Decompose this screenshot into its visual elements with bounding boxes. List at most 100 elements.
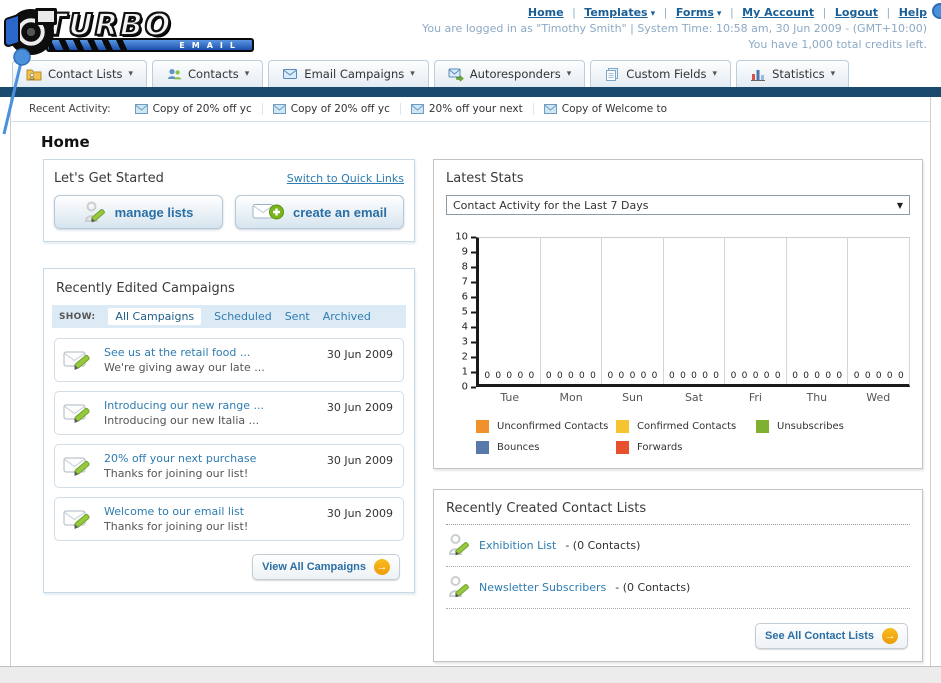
tab-contact-lists[interactable]: Contact Lists ▾ (12, 60, 148, 87)
bar-value-label: 0 (651, 371, 658, 381)
contact-list-count: - (0 Contacts) (615, 580, 691, 594)
contact-list-count: - (0 Contacts) (565, 538, 641, 552)
nav-logout[interactable]: Logout (835, 6, 878, 19)
bar-value-label: 0 (864, 371, 871, 381)
contact-list-row[interactable]: Exhibition List - (0 Contacts) (446, 525, 910, 567)
envelope-pencil-icon (63, 404, 90, 423)
envelope-icon (272, 104, 286, 114)
bar-value-label: 0 (814, 371, 821, 381)
chevron-down-icon: ▾ (128, 69, 134, 79)
bar-value-label: 0 (517, 371, 524, 381)
nav-home[interactable]: Home (528, 6, 564, 19)
see-all-contact-lists-button[interactable]: See All Contact Lists → (754, 623, 908, 649)
tab-contacts[interactable]: Contacts ▾ (152, 60, 264, 87)
bar-value-label: 0 (752, 371, 759, 381)
stats-period-dropdown[interactable]: Contact Activity for the Last 7 Days ▼ (446, 195, 910, 215)
logo-stripes (49, 40, 127, 50)
nav-forms[interactable]: Forms ▾ (676, 6, 722, 19)
bar-value-label: 0 (713, 371, 719, 381)
recent-activity-item[interactable]: Copy of 20% off yc (125, 103, 263, 115)
show-label: SHOW: (59, 311, 96, 322)
tab-custom-fields[interactable]: Custom Fields ▾ (590, 60, 732, 87)
page: TURBO EMAIL Home | Templates ▾ | Forms ▾ |… (0, 0, 941, 683)
campaign-title-link[interactable]: Welcome to our email list (104, 505, 248, 518)
bar-chart-icon (751, 70, 766, 81)
create-email-button[interactable]: create an email (235, 195, 404, 229)
legend-item: Unconfirmed Contacts (476, 420, 616, 433)
campaign-row[interactable]: Introducing our new range ... Introducin… (54, 391, 404, 435)
select-arrow-icon: ▼ (896, 200, 903, 210)
chevron-down-icon: ▾ (716, 9, 722, 19)
manage-lists-button[interactable]: manage lists (54, 195, 223, 229)
envelope-icon (134, 104, 148, 114)
app-logo[interactable]: TURBO EMAIL (8, 4, 254, 60)
chart-y-axis: 0 1 2 3 4 5 6 7 8 9 10 (446, 232, 476, 393)
campaign-row[interactable]: See us at the retail food ... We're givi… (54, 338, 404, 382)
bar-value-label: 0 (545, 371, 552, 381)
contact-list-link[interactable]: Newsletter Subscribers (479, 581, 606, 594)
x-axis-label: Fri (748, 391, 762, 404)
legend-swatch (616, 441, 629, 454)
nav-my-account[interactable]: My Account (742, 6, 814, 19)
chart-legend: Unconfirmed Contacts Confirmed Contacts Un… (476, 420, 916, 454)
recent-activity-item[interactable]: Copy of Welcome to (534, 103, 674, 115)
contact-lists-title: Recently Created Contact Lists (446, 501, 910, 525)
bar-value-label: 0 (528, 371, 535, 381)
bar-value-label: 0 (792, 371, 798, 381)
get-started-panel: Let's Get Started Switch to Quick Links … (43, 159, 415, 242)
chart-group: 00000 (541, 238, 603, 384)
header: TURBO EMAIL Home | Templates ▾ | Forms ▾ |… (0, 0, 941, 60)
chart-group: 00000 (664, 238, 726, 384)
filter-scheduled[interactable]: Scheduled (214, 310, 272, 323)
filter-all-campaigns[interactable]: All Campaigns (108, 308, 202, 325)
arrow-right-icon: → (882, 628, 898, 644)
page-title: Home (41, 133, 90, 151)
campaign-title-link[interactable]: 20% off your next purchase (104, 452, 256, 465)
campaign-list: See us at the retail food ... We're givi… (52, 338, 406, 541)
tab-email-campaigns[interactable]: Email Campaigns ▾ (268, 60, 429, 87)
filter-archived[interactable]: Archived (323, 310, 371, 323)
latest-stats-panel: Latest Stats Contact Activity for the La… (433, 159, 923, 469)
contact-list-row[interactable]: Newsletter Subscribers - (0 Contacts) (446, 567, 910, 609)
envelope-icon (283, 69, 298, 79)
legend-swatch (616, 420, 629, 433)
legend-label: Unsubscribes (777, 421, 844, 432)
bar-value-label: 0 (495, 371, 502, 381)
get-started-title: Let's Get Started (54, 171, 164, 186)
chevron-down-icon: ▾ (650, 9, 656, 19)
tab-autoresponders[interactable]: Autoresponders ▾ (433, 60, 586, 87)
chart-group: 00000 (602, 238, 664, 384)
switch-quick-links-link[interactable]: Switch to Quick Links (287, 172, 404, 185)
campaign-subtitle: Thanks for joining our list! (104, 467, 249, 480)
bar-value-label: 0 (484, 371, 491, 381)
envelope-pencil-icon (63, 457, 90, 476)
chart-plot-groups: 00000000000000000000000000000000000 (479, 238, 909, 384)
recent-activity-item[interactable]: 20% off your next (401, 103, 534, 115)
nav-help[interactable]: Help (899, 6, 927, 19)
envelope-pencil-icon (63, 351, 90, 370)
stats-title: Latest Stats (446, 171, 524, 186)
envelope-icon (543, 104, 557, 114)
annotation-pin-right (932, 3, 941, 19)
view-all-campaigns-button[interactable]: View All Campaigns → (252, 554, 400, 580)
bar-value-label: 0 (803, 371, 809, 381)
campaigns-title: Recently Edited Campaigns (56, 281, 235, 296)
bar-value-label: 0 (897, 371, 904, 381)
top-nav: Home | Templates ▾ | Forms ▾ | My Account … (422, 6, 927, 19)
filter-sent[interactable]: Sent (285, 310, 310, 323)
bar-value-label: 0 (506, 371, 513, 381)
person-pencil-icon (448, 576, 469, 598)
campaign-date: 30 Jun 2009 (326, 454, 393, 467)
bar-value-label: 0 (579, 371, 585, 381)
contact-list-link[interactable]: Exhibition List (479, 539, 556, 552)
campaign-row[interactable]: Welcome to our email list Thanks for joi… (54, 497, 404, 541)
turbo-icon (8, 8, 57, 55)
nav-separator: | (572, 6, 576, 19)
campaign-title-link[interactable]: Introducing our new range ... (104, 399, 264, 412)
tab-statistics[interactable]: Statistics ▾ (736, 60, 850, 87)
nav-templates[interactable]: Templates ▾ (584, 6, 655, 19)
campaign-row[interactable]: 20% off your next purchase Thanks for jo… (54, 444, 404, 488)
campaign-title-link[interactable]: See us at the retail food ... (104, 346, 265, 359)
recent-activity-item[interactable]: Copy of 20% off yc (263, 103, 401, 115)
campaign-date: 30 Jun 2009 (326, 507, 393, 520)
